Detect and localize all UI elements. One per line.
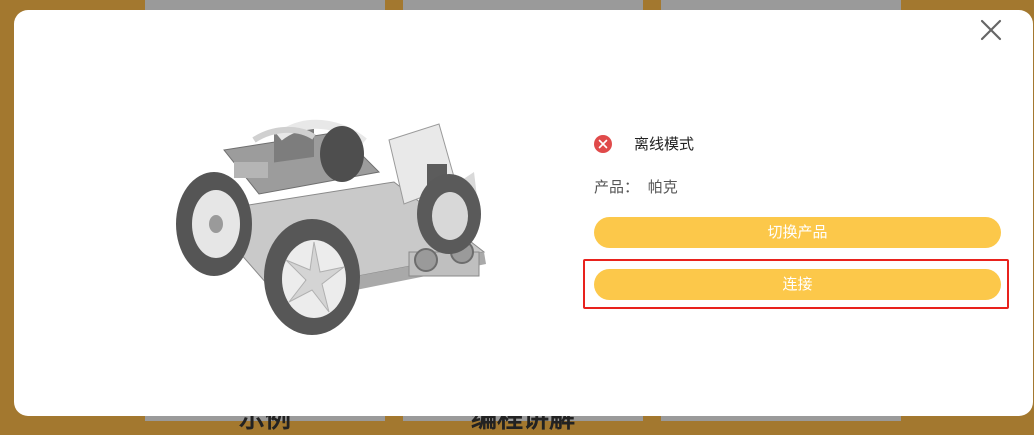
close-button[interactable] (979, 18, 1003, 42)
close-icon (980, 19, 1002, 41)
product-name: 帕克 (647, 178, 678, 196)
error-circle-icon (594, 134, 612, 153)
robot-car-image (176, 119, 486, 335)
product-info: 产品： 帕克 (594, 176, 678, 197)
connect-button[interactable]: 连接 (594, 269, 1001, 300)
product-label: 产品： (594, 178, 640, 196)
status-text: 离线模式 (634, 135, 695, 153)
device-connect-modal: 离线模式 产品： 帕克 切换产品 连接 (14, 10, 1033, 416)
switch-product-button[interactable]: 切换产品 (594, 217, 1001, 248)
connection-status: 离线模式 (594, 133, 694, 154)
